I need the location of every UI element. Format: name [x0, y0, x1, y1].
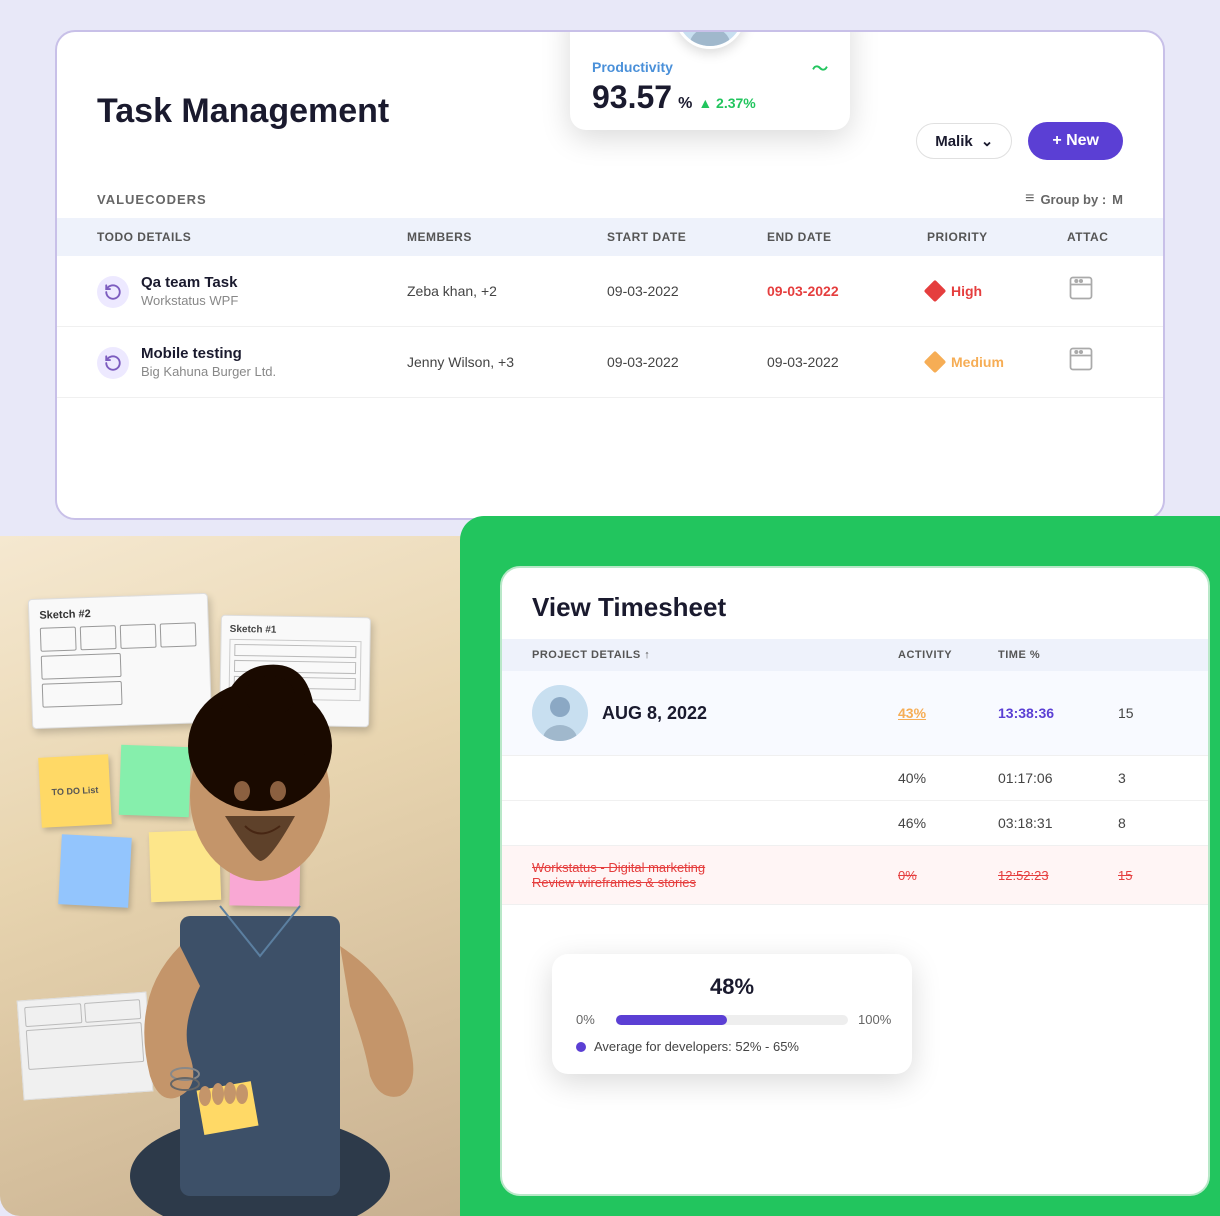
timesheet-row[interactable]: 40% 01:17:06 3 [502, 756, 1208, 801]
user-dropdown[interactable]: Malik ⌄ [916, 123, 1012, 159]
tooltip-percentage: 48% [576, 974, 888, 1000]
task-details-cell: Qa team Task Workstatus WPF [97, 274, 407, 308]
start-date-cell: 09-03-2022 [607, 283, 767, 299]
tooltip-popup: 48% 0% 100% Average for developers: 52% … [552, 954, 912, 1074]
attachment-icon [1067, 274, 1147, 308]
priority-cell: High [927, 283, 1067, 299]
new-button[interactable]: + New [1028, 122, 1123, 160]
end-date-cell: 09-03-2022 [767, 283, 927, 299]
ts-extra: 15 [1118, 705, 1178, 721]
productivity-label: Productivity 〜 [592, 55, 828, 79]
end-date-cell: 09-03-2022 [767, 354, 927, 370]
task-sub: Workstatus WPF [141, 293, 238, 308]
timesheet-row[interactable]: Workstatus - Digital marketing Review wi… [502, 846, 1208, 905]
table-row[interactable]: Qa team Task Workstatus WPF Zeba khan, +… [57, 256, 1163, 327]
table-row[interactable]: Mobile testing Big Kahuna Burger Ltd. Je… [57, 327, 1163, 398]
timesheet-table-header: PROJECT DETAILS ↑ ACTIVITY TIME % [502, 639, 1208, 671]
ts-user-avatar [532, 685, 588, 741]
task-details-cell: Mobile testing Big Kahuna Burger Ltd. [97, 345, 407, 379]
task-sub: Big Kahuna Burger Ltd. [141, 364, 276, 379]
progress-bar-fill [616, 1015, 727, 1025]
ts-activity: 46% [898, 815, 998, 831]
ts-extra: 3 [1118, 770, 1178, 786]
ts-activity: 40% [898, 770, 998, 786]
task-management-card: Productivity 〜 93.57% ▲ 2.37% Task Manag… [55, 30, 1165, 520]
timesheet-date-row: AUG 8, 2022 43% 13:38:36 15 [502, 671, 1208, 756]
col-start: START DATE [607, 230, 767, 244]
members-cell: Jenny Wilson, +3 [407, 354, 607, 370]
productivity-card: Productivity 〜 93.57% ▲ 2.37% [570, 30, 850, 130]
bar-min: 0% [576, 1012, 606, 1027]
priority-medium-icon [924, 351, 947, 374]
header-right: Malik ⌄ + New [916, 122, 1123, 160]
trend-icon: 〜 [812, 55, 828, 79]
progress-bar-track [616, 1015, 848, 1025]
legend-dot-icon [576, 1042, 586, 1052]
project-row: AUG 8, 2022 [532, 685, 898, 741]
chevron-down-icon: ⌄ [981, 132, 994, 150]
task-status-icon [97, 347, 129, 379]
timesheet-card: View Timesheet PROJECT DETAILS ↑ ACTIVIT… [500, 566, 1210, 1196]
timesheet-header: View Timesheet [502, 568, 1208, 639]
ts-col-time: TIME % [998, 649, 1118, 661]
start-date-cell: 09-03-2022 [607, 354, 767, 370]
ts-col-extra [1118, 649, 1178, 661]
tooltip-bar: 0% 100% [576, 1012, 888, 1027]
task-name: Qa team Task [141, 274, 238, 291]
priority-cell: Medium [927, 354, 1067, 370]
ts-activity: 0% [898, 868, 998, 883]
attachment-icon [1067, 345, 1147, 379]
page-title: Task Management [97, 92, 389, 131]
productivity-value: 93.57% ▲ 2.37% [592, 79, 828, 116]
task-table: TODO DETAILS MEMBERS START DATE END DATE… [57, 218, 1163, 398]
ts-col-project: PROJECT DETAILS ↑ [532, 649, 898, 661]
col-members: MEMBERS [407, 230, 607, 244]
timesheet-row[interactable]: 46% 03:18:31 8 [502, 801, 1208, 846]
ts-col-activity: ACTIVITY [898, 649, 998, 661]
ts-project-name: Workstatus - Digital marketing Review wi… [532, 860, 898, 890]
timesheet-section: View Timesheet PROJECT DETAILS ↑ ACTIVIT… [460, 516, 1220, 1216]
col-priority: PRIORITY [927, 230, 1067, 244]
ts-time: 03:18:31 [998, 815, 1118, 831]
col-attach: ATTAC [1067, 230, 1147, 244]
ts-time: 12:52:23 [998, 868, 1118, 883]
photo-section: Sketch #2 Sketch #1 [0, 536, 470, 1216]
priority-high-icon [924, 280, 947, 303]
task-status-icon [97, 276, 129, 308]
bar-max: 100% [858, 1012, 888, 1027]
tooltip-legend: Average for developers: 52% - 65% [576, 1039, 888, 1054]
members-cell: Zeba khan, +2 [407, 283, 607, 299]
col-end: END DATE [767, 230, 927, 244]
productivity-change: ▲ 2.37% [698, 95, 755, 111]
organization-name: VALUECODERS [97, 192, 207, 207]
table-header: TODO DETAILS MEMBERS START DATE END DATE… [57, 218, 1163, 256]
col-todo: TODO DETAILS [97, 230, 407, 244]
ts-extra: 8 [1118, 815, 1178, 831]
activity-pct: 43% [898, 705, 998, 721]
user-avatar [674, 30, 746, 49]
task-name: Mobile testing [141, 345, 276, 362]
ts-time: 01:17:06 [998, 770, 1118, 786]
group-by[interactable]: ≡ Group by : M [1025, 190, 1123, 208]
timesheet-title: View Timesheet [532, 592, 1178, 623]
valuecoders-bar: VALUECODERS ≡ Group by : M [57, 180, 1163, 218]
ts-extra: 15 [1118, 868, 1178, 883]
user-name: Malik [935, 133, 973, 150]
filter-icon: ≡ [1025, 190, 1034, 208]
time-value: 13:38:36 [998, 705, 1118, 721]
date-highlight: AUG 8, 2022 [602, 703, 707, 724]
